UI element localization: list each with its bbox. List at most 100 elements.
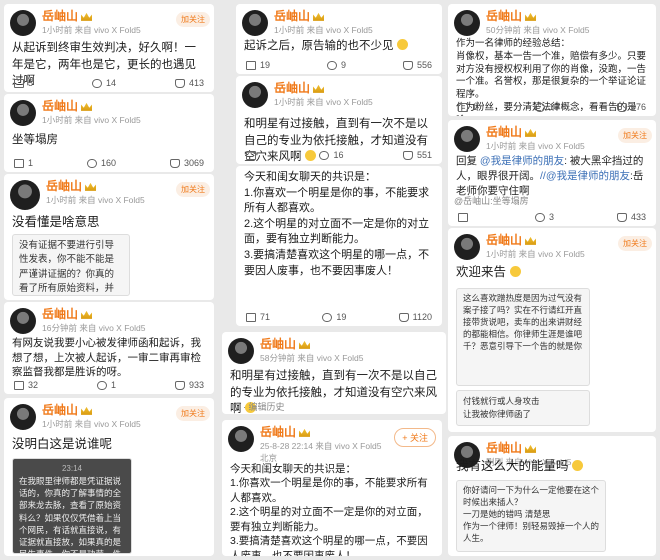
attached-screenshot[interactable]: 这么喜欢蹭热度是因为过气没有案子接了吗？实在不行请红开直接带货说吧，卖车的出来讲… [456, 288, 590, 386]
post-card-13: 岳岫山 1小时前 来自 vivo X Fold5 加关注 欢迎来告 这么喜欢蹭热… [448, 228, 656, 432]
avatar[interactable] [228, 426, 254, 452]
username[interactable]: 岳岫山 [274, 81, 373, 96]
like-button[interactable]: 556 [402, 60, 432, 70]
laugh-emoji-icon [572, 460, 583, 471]
avatar[interactable] [454, 126, 480, 152]
username[interactable]: 岳岫山 [260, 425, 381, 440]
share-button[interactable]: 1 [458, 102, 477, 112]
avatar[interactable] [10, 100, 36, 126]
username[interactable]: 岳岫山 [274, 9, 373, 24]
comment-button[interactable]: 160 [86, 158, 116, 168]
post-header: 岳岫山 1小时前 来自 vivo X Fold5 [454, 125, 585, 152]
post-card-11: 岳岫山 50分钟前 来自 vivo X Fold5 作为一名律师的经验总结： 肖… [448, 4, 656, 116]
crown-icon [299, 428, 311, 437]
comment-button[interactable]: 19 [322, 312, 346, 322]
attached-screenshot[interactable]: 23:14 在我眼里律师都是凭证据说话的，你真的了解事情的全部来龙去脉，查看了原… [12, 458, 132, 554]
edit-history-link[interactable]: ▢ · 编辑历史 [232, 400, 285, 413]
post-text: 今天和闺女聊天的共识是： 1.你喜欢一个明星是你的事，不能要求所有人都喜欢。 2… [244, 171, 430, 277]
share-button[interactable]: 5 [14, 78, 33, 88]
post-meta: 1小时前 来自 vivo X Fold5 [486, 248, 585, 259]
username[interactable]: 岳岫山 [486, 233, 585, 248]
post-text: 今天和闺女聊天的共识是： 1.你喜欢一个明星是你的事，不能要求所有人都喜欢。 2… [230, 463, 428, 556]
comment-icon [86, 158, 97, 168]
comment-icon [91, 78, 102, 88]
post-card-2: 岳岫山 1小时前 来自 vivo X Fold5 坐等塌房 1 160 3069 [4, 94, 214, 172]
share-icon [458, 102, 468, 112]
action-bar: 32 1 933 [14, 380, 204, 390]
avatar[interactable] [10, 10, 36, 36]
post-meta: 1小时前 来自 vivo X Fold5 [42, 418, 141, 429]
mention-link[interactable]: @我是律师的朋友 [480, 155, 564, 167]
crown-icon [81, 12, 93, 21]
follow-button[interactable]: 加关注 [618, 236, 652, 251]
post-card-5: 岳岫山 1小时前 来自 vivo X Fold5 加关注 没明白这是说谁呢 23… [4, 398, 214, 556]
avatar[interactable] [10, 404, 36, 430]
post-card-6: 岳岫山 1小时前 来自 vivo X Fold5 起诉之后，原告输的也不少见 1… [236, 4, 442, 74]
post-header: 岳岫山 1小时前 来自 vivo X Fold5 [10, 9, 141, 36]
share-button[interactable]: 1 [14, 158, 33, 168]
comment-button[interactable]: 16 [319, 150, 343, 160]
comment-button[interactable]: 3 [534, 212, 554, 222]
post-meta: 1小时前 来自 vivo X Fold5 [42, 114, 141, 125]
quoted-post[interactable]: @岳岫山:坐等塌房 [454, 194, 529, 207]
share-button[interactable]: 19 [246, 60, 270, 70]
post-meta: 16分钟前 来自 vivo X Fold5 [42, 322, 146, 333]
post-meta: 50分钟前 来自 vivo X Fold5 [486, 24, 590, 35]
avatar[interactable] [242, 82, 268, 108]
avatar[interactable] [10, 308, 36, 334]
like-button[interactable]: 976 [616, 102, 646, 112]
post-header: 岳岫山 1小时前 来自 vivo X Fold5 [242, 9, 373, 36]
username[interactable]: 岳岫山 [42, 99, 141, 114]
follow-button[interactable]: 加关注 [176, 12, 210, 27]
username[interactable]: 岳岫山 [260, 337, 363, 352]
follow-button[interactable]: 加关注 [176, 406, 210, 421]
like-button[interactable]: 933 [174, 380, 204, 390]
mention-link[interactable]: //@我是律师的朋友 [540, 170, 630, 182]
follow-button[interactable]: 加关注 [176, 182, 210, 197]
avatar[interactable] [242, 10, 268, 36]
post-meta: 58分钟前 来自 vivo X Fold5 [260, 352, 364, 363]
laugh-emoji-icon [396, 39, 408, 50]
attached-screenshot[interactable]: 你好请问一下为什么一定他要在这个时候出来插人？ 一刀是她的错吗 清楚思 作为一个… [456, 480, 606, 552]
share-button[interactable] [458, 212, 472, 222]
username[interactable]: 岳岫山 [486, 9, 589, 24]
comment-icon [534, 212, 545, 222]
avatar[interactable] [228, 338, 254, 364]
comment-button[interactable]: 1 [96, 380, 116, 390]
share-button[interactable]: 71 [246, 312, 270, 322]
username[interactable]: 岳岫山 [42, 9, 141, 24]
share-button[interactable]: 32 [14, 380, 38, 390]
like-button[interactable]: 551 [402, 150, 432, 160]
share-icon [14, 380, 24, 390]
username[interactable]: 岳岫山 [42, 403, 141, 418]
attached-screenshot[interactable]: 付钱就行或人身攻击 让我被你律师函了 [456, 390, 590, 426]
username[interactable]: 岳岫山 [486, 125, 585, 140]
username[interactable]: 岳岫山 [42, 307, 145, 322]
like-icon [174, 78, 185, 88]
post-text: 起诉之后，原告输的也不少见 [244, 38, 434, 55]
post-meta: 1小时前 来自 vivo X Fold5 [42, 24, 141, 35]
like-icon [402, 60, 413, 70]
like-button[interactable]: 413 [174, 78, 204, 88]
comment-button[interactable]: 14 [91, 78, 116, 88]
comment-icon [319, 150, 330, 160]
share-button[interactable] [246, 150, 260, 160]
post-header: 岳岫山 25-8-28 22:14 来自 vivo X Fold5 北京 [228, 425, 381, 463]
avatar[interactable] [454, 10, 480, 36]
follow-button[interactable]: + 关注 [394, 428, 436, 447]
comment-button[interactable]: 9 [326, 60, 346, 70]
comment-button[interactable]: 10 [534, 102, 559, 112]
like-button[interactable]: 3069 [169, 158, 204, 168]
action-bar: 3 433 [458, 212, 646, 222]
follow-button[interactable]: 加关注 [618, 128, 652, 143]
post-header: 岳岫山 1小时前 来自 vivo X Fold5 [10, 179, 145, 210]
crown-icon [525, 444, 537, 453]
attached-screenshot[interactable]: 没有证据不要进行引导性发表，你不能不能是严谨讲证据的？你真的看了所有原始资料，并… [12, 234, 130, 296]
like-button[interactable]: 1120 [398, 312, 432, 322]
username[interactable]: 岳岫山 [486, 441, 572, 456]
comment-icon [534, 102, 545, 112]
username[interactable]: 岳岫山 [46, 179, 145, 194]
like-button[interactable]: 433 [616, 212, 646, 222]
avatar[interactable] [10, 180, 40, 210]
avatar[interactable] [454, 234, 480, 260]
